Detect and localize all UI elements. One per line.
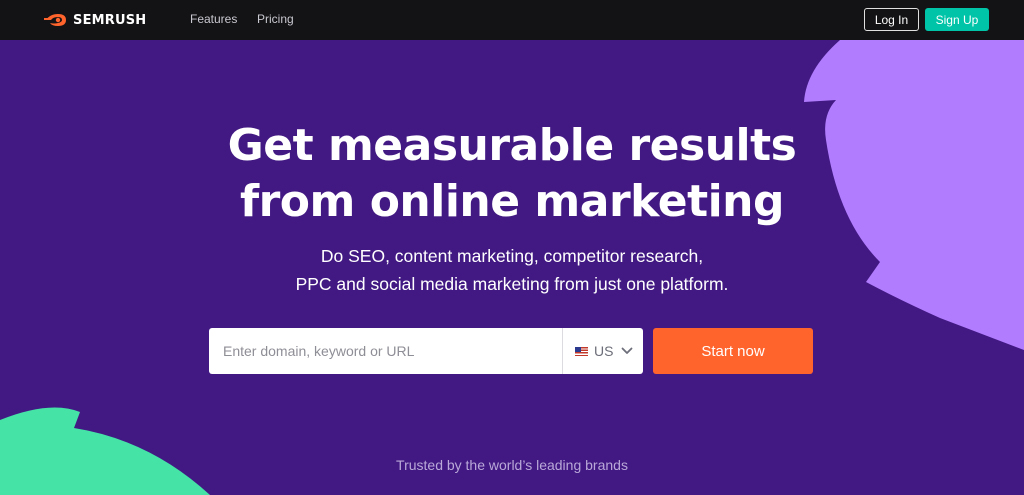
nav-link-features[interactable]: Features — [190, 12, 237, 26]
search-box: US — [209, 328, 643, 374]
semrush-flame-icon — [44, 14, 66, 26]
hero-subtitle-line1: Do SEO, content marketing, competitor re… — [320, 246, 704, 266]
country-selector-label: US — [594, 343, 614, 359]
brand-name: SEMRUSH — [73, 12, 147, 28]
hero-subtitle-line2: PPC and social media marketing from just… — [295, 274, 729, 294]
hero-subtitle: Do SEO, content marketing, competitor re… — [0, 242, 1024, 298]
hero-headline-line2: from online marketing — [239, 176, 785, 227]
hero-headline-line1: Get measurable results — [227, 120, 797, 171]
us-flag-icon — [575, 346, 588, 356]
nav-link-pricing[interactable]: Pricing — [257, 12, 294, 26]
country-selector[interactable]: US — [563, 328, 643, 374]
login-button[interactable]: Log In — [864, 8, 919, 31]
signup-button[interactable]: Sign Up — [925, 8, 989, 31]
trusted-by-text: Trusted by the world’s leading brands — [396, 457, 628, 473]
domain-search-input[interactable] — [209, 328, 562, 374]
hero-headline: Get measurable results from online marke… — [0, 118, 1024, 230]
start-now-button[interactable]: Start now — [653, 328, 813, 374]
chevron-down-icon — [622, 347, 633, 354]
semrush-logo[interactable]: SEMRUSH — [44, 10, 146, 30]
top-navigation-bar: SEMRUSH Features Pricing Log In Sign Up — [0, 0, 1024, 40]
